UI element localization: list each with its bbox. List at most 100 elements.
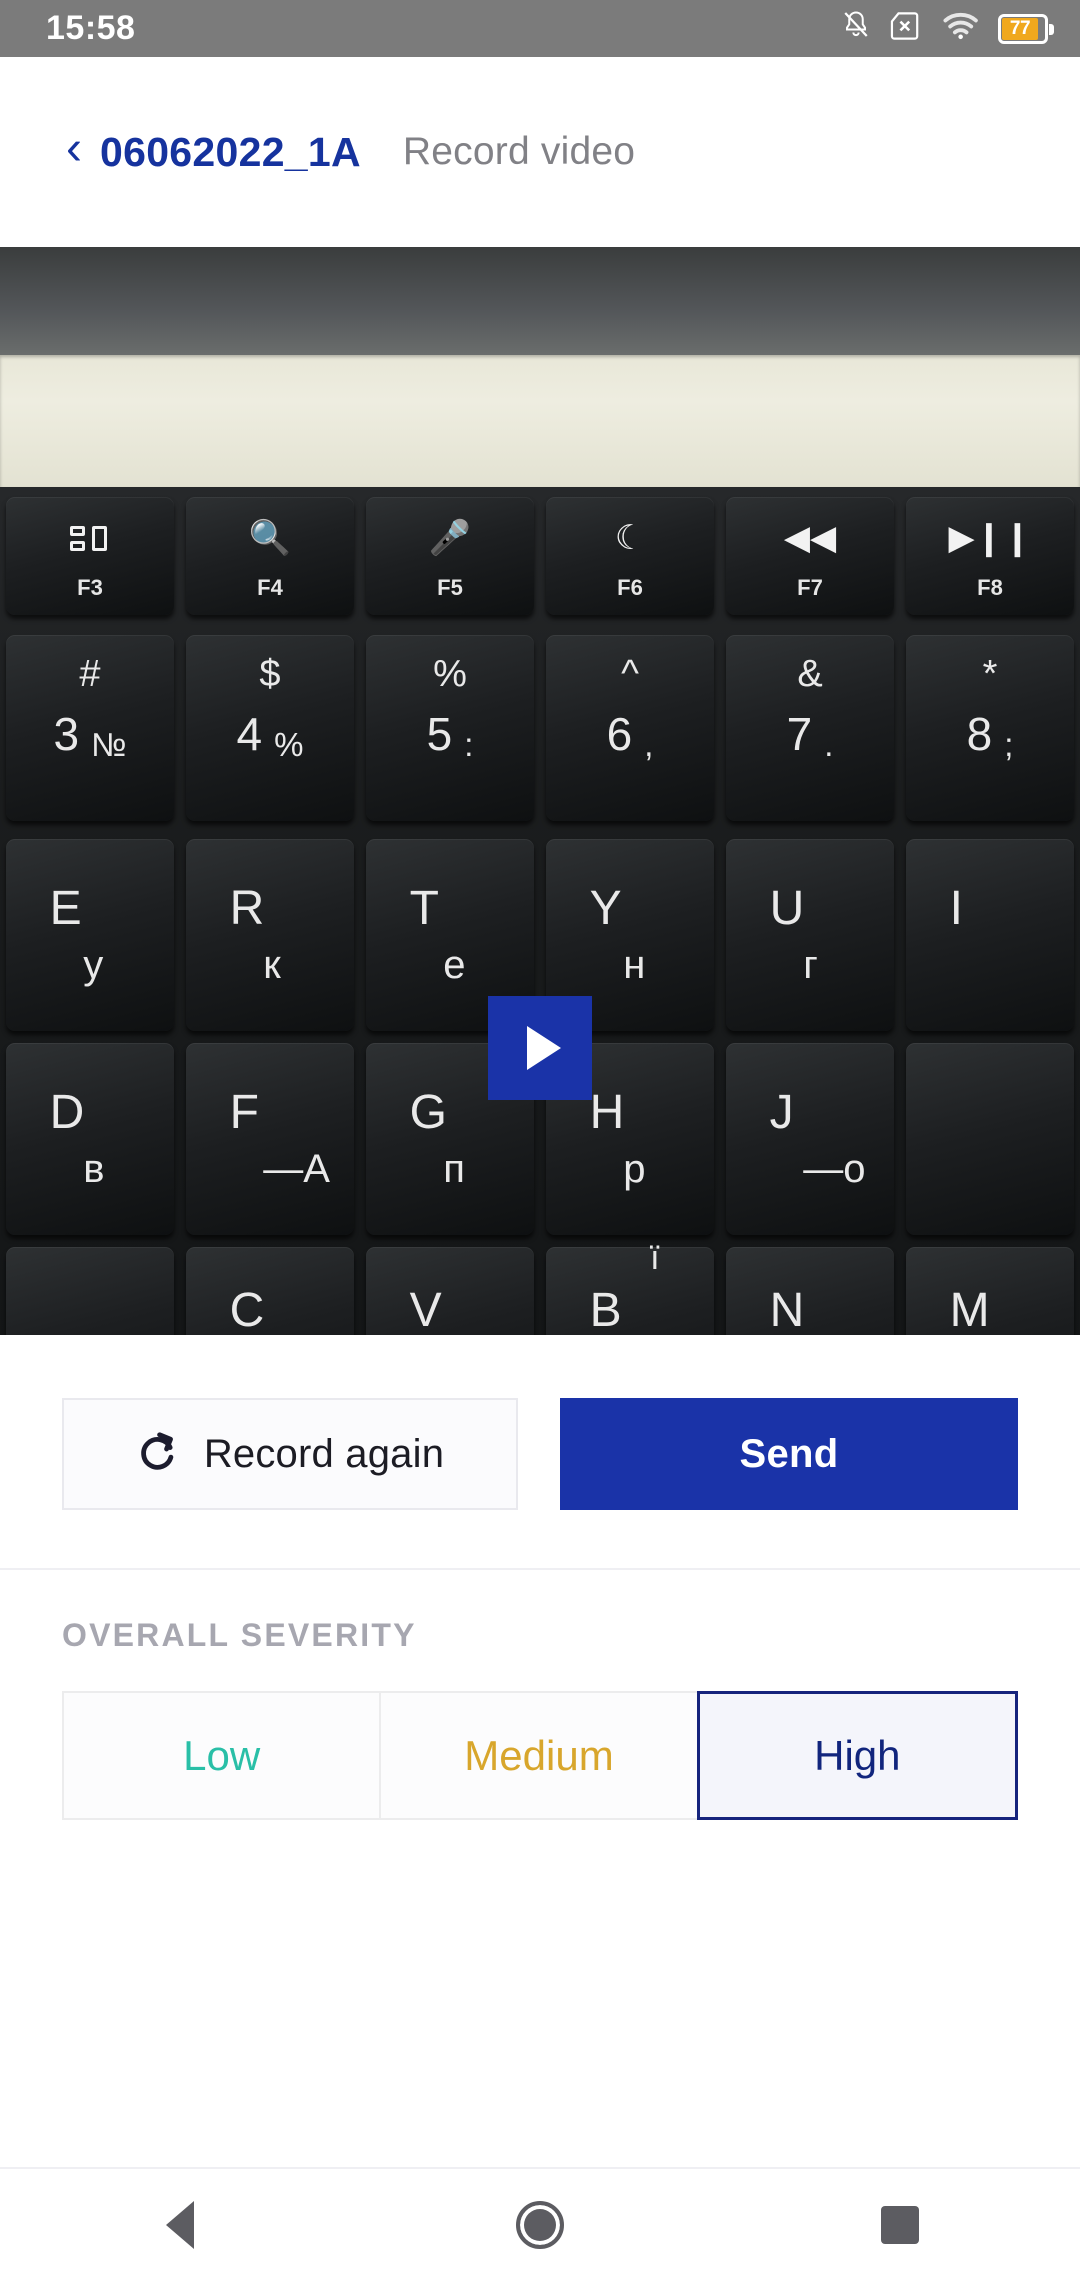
video-preview[interactable]: F3 🔍 F4 🎤 F5 ☾ F6 ◀◀ F7 ▶❙❙ F8 # 3 № $ 4… [0,247,1080,1335]
severity-option-high[interactable]: High [696,1691,1018,1820]
key-e-cyr: у [83,943,104,987]
key-6-digit: 6 [606,708,633,760]
rewind-icon: ◀◀ [783,519,837,557]
key-i: I [906,839,1074,1031]
record-id-label[interactable]: 06062022_1A [100,129,361,176]
status-bar: 15:58 77 [0,0,1080,57]
record-again-label: Record again [203,1431,445,1476]
key-3-main: 3 № [6,707,174,763]
section-divider-top [0,1568,1080,1570]
send-button[interactable]: Send [560,1398,1018,1510]
key-c-latin: C [229,1284,265,1335]
severity-option-medium[interactable]: Medium [379,1691,699,1820]
key-4-digit: 4 [236,708,263,760]
key-f3: F3 [6,497,174,615]
key-i-latin: I [949,882,964,935]
keyboard-number-row: # 3 № $ 4% % 5: ^ 6 , & 7 . * 8 ; [0,635,1080,825]
key-8-digit: 8 [966,708,993,760]
key-f-latin: F [229,1086,260,1139]
key-d: D в [6,1043,174,1235]
key-f4: 🔍 F4 [186,497,354,615]
key-t-cyr: е [443,943,466,987]
key-8: * 8; [906,635,1074,821]
key-6: ^ 6, [546,635,714,821]
key-4-main: 4% [186,707,354,763]
overall-severity-label: OVERALL SEVERITY [62,1617,417,1653]
key-7-cyr: . [824,726,834,763]
key-b-latin: B [589,1284,623,1335]
nav-back-button[interactable] [0,2200,360,2249]
key-g-latin: G [409,1086,448,1139]
key-5-main: 5: [366,707,534,763]
key-j-cyr: —о [803,1147,866,1191]
key-7: & 7. [726,635,894,821]
battery-icon: 77 [998,13,1054,44]
mission-control-icon [6,521,174,555]
nav-recents-button[interactable] [720,2205,1080,2244]
key-4-cyr: % [274,726,304,763]
chevron-left-icon[interactable]: ‹ [66,125,82,173]
key-7-digit: 7 [786,708,813,760]
keyboard-function-row: F3 🔍 F4 🎤 F5 ☾ F6 ◀◀ F7 ▶❙❙ F8 [0,497,1080,619]
phone-screen: 15:58 77 ‹ 06062022_1A Record video F3 🔍… [0,0,1080,2280]
bell-muted-icon [841,9,871,48]
key-t-latin: T [409,882,440,935]
microphone-icon: 🎤 [428,519,472,557]
key-6-cyr: , [644,726,654,763]
key-f4-label: F4 [257,575,283,600]
keyboard-letter-row-z: C с V м ї B и N т M [0,1239,1080,1335]
key-f5: 🎤 F5 [366,497,534,615]
key-f-cyr: —А [263,1147,330,1191]
key-8-cyr: ; [1004,726,1014,763]
video-keyboard: F3 🔍 F4 🎤 F5 ☾ F6 ◀◀ F7 ▶❙❙ F8 # 3 № $ 4… [0,487,1080,1335]
key-4-sup: $ [259,653,281,695]
app-header: ‹ 06062022_1A Record video [0,57,1080,247]
triangle-back-icon [166,2200,194,2249]
status-icon-group: 77 [841,9,1054,48]
page-title: Record video [402,130,636,173]
nav-home-button[interactable] [360,2200,720,2249]
key-f6: ☾ F6 [546,497,714,615]
severity-segmented-control: Low Medium High [62,1691,1018,1820]
key-y-latin: Y [589,882,623,935]
video-laptop-edge [0,355,1080,487]
key-3-cyr: № [91,726,127,763]
key-j: J —о [726,1043,894,1235]
key-n: N т [726,1247,894,1335]
key-3-sup: # [79,653,101,695]
key-j-latin: J [769,1086,795,1139]
key-3-digit: 3 [53,708,80,760]
key-c: C с [186,1247,354,1335]
status-clock: 15:58 [46,9,136,47]
key-8-main: 8; [906,707,1074,763]
key-k [906,1043,1074,1235]
android-nav-bar [0,2169,1080,2280]
key-b: ї B и [546,1239,714,1335]
key-f8: ▶❙❙ F8 [906,497,1074,615]
key-e-latin: E [49,882,83,935]
severity-option-low[interactable]: Low [62,1691,382,1820]
key-r-latin: R [229,882,265,935]
key-m-latin: M [949,1284,991,1335]
key-5: % 5: [366,635,534,821]
key-d-latin: D [49,1086,85,1139]
battery-percent-label: 77 [1002,17,1038,40]
key-f6-label: F6 [617,575,643,600]
action-button-bar: Record again Send [0,1335,1080,1568]
key-f5-label: F5 [437,575,463,600]
key-6-sup: ^ [621,653,639,695]
key-4: $ 4% [186,635,354,821]
refresh-icon [136,1430,178,1479]
play-icon[interactable] [488,996,592,1100]
key-r: R к [186,839,354,1031]
search-icon: 🔍 [248,519,292,557]
key-f8-label: F8 [977,575,1003,600]
key-f3-label: F3 [77,575,103,600]
record-again-button[interactable]: Record again [62,1398,518,1510]
key-u: U г [726,839,894,1031]
key-m: M [906,1247,1074,1335]
key-y-cyr: н [623,943,646,987]
square-recents-icon [881,2205,919,2244]
sim-missing-icon [890,11,924,46]
key-f7: ◀◀ F7 [726,497,894,615]
